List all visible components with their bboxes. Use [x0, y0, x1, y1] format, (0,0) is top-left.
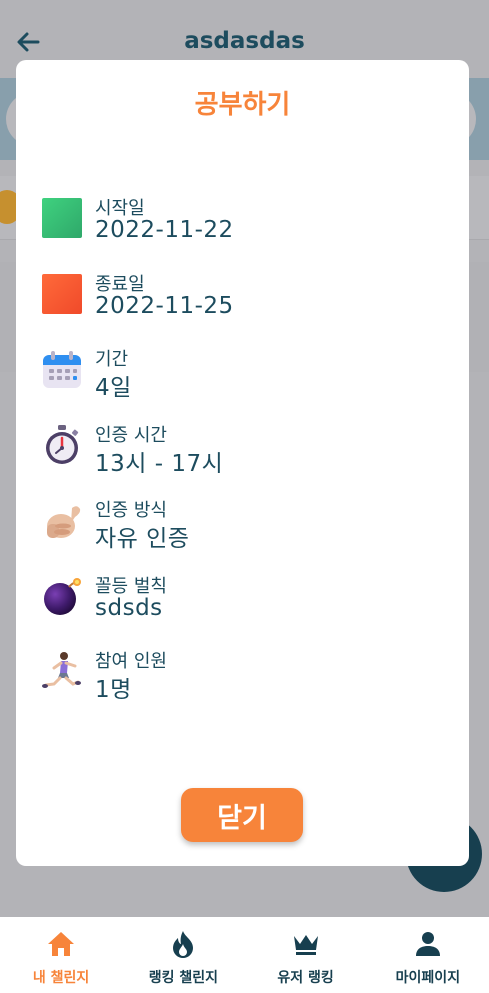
nav-label: 랭킹 챌린지 [148, 970, 219, 986]
nav-item-my-page[interactable]: 마이페이지 [367, 917, 489, 993]
calendar-icon [43, 351, 81, 388]
nav-item-ranking-challenge[interactable]: 랭킹 챌린지 [122, 917, 244, 993]
challenge-info-modal: 공부하기 시작일 2022-11-22 종료일 2022-11-25 기간 4일… [16, 60, 469, 866]
info-value: 1명 [95, 677, 132, 703]
info-value: sdsds [95, 594, 163, 621]
fire-icon [168, 929, 198, 959]
orange-square-icon [42, 273, 82, 314]
home-icon [46, 929, 76, 959]
bottom-nav: 내 챌린지 랭킹 챌린지 유저 랭킹 마이페이지 [0, 917, 489, 993]
modal-title: 공부하기 [194, 90, 291, 120]
call-me-hand-icon [47, 506, 81, 538]
info-value: 13시 - 17시 [95, 450, 224, 477]
nav-item-user-ranking[interactable]: 유저 랭킹 [245, 917, 367, 993]
nav-label: 유저 랭킹 [277, 970, 334, 986]
stopwatch-icon [46, 424, 79, 464]
bomb-icon [44, 577, 81, 615]
green-square-icon [42, 198, 82, 238]
info-value: 자유 인증 [95, 526, 190, 552]
running-person-icon [42, 652, 81, 688]
crown-icon [291, 929, 321, 959]
person-icon [413, 929, 443, 959]
info-value: 2022-11-25 [95, 292, 234, 319]
page-title: asdasdas [184, 28, 305, 54]
nav-label: 마이페이지 [395, 970, 461, 986]
close-button[interactable]: 닫기 [181, 788, 303, 842]
info-value: 4일 [95, 375, 132, 401]
nav-label: 내 챌린지 [32, 970, 90, 986]
info-value: 2022-11-22 [95, 217, 234, 243]
nav-item-my-challenge[interactable]: 내 챌린지 [0, 917, 122, 993]
